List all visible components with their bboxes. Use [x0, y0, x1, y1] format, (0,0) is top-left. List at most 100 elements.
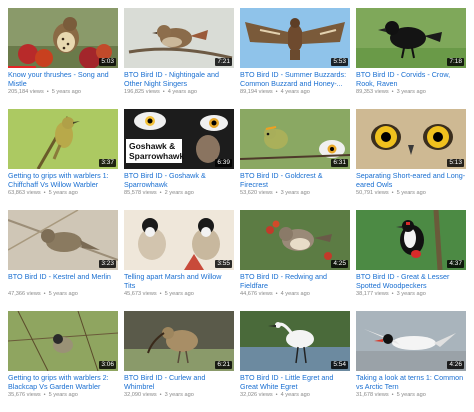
video-title-link[interactable]: BTO Bird ID - Corvids - Crow, Rook, Rave… — [356, 71, 466, 88]
video-duration: 3:23 — [99, 260, 116, 268]
upload-age: 3 years ago — [396, 89, 426, 95]
video-meta: 35,676 views • 5 years ago — [8, 392, 118, 399]
view-count: 32,090 views — [124, 392, 157, 398]
video-thumbnail[interactable]: 3:55 — [124, 210, 234, 270]
video-thumbnail[interactable]: 3:06 — [8, 311, 118, 371]
video-title-link[interactable]: BTO Bird ID - Redwing and Fieldfare — [240, 273, 350, 290]
video-title-link[interactable]: BTO Bird ID - Curlew and Whimbrel — [124, 374, 234, 391]
video-card[interactable]: 5:54 BTO Bird ID - Little Egret and Great… — [240, 311, 350, 412]
view-count: 50,791 views — [356, 190, 389, 196]
upload-age: 5 years ago — [396, 190, 426, 196]
view-count: 32,026 views — [240, 392, 273, 398]
view-count: 44,676 views — [240, 291, 273, 297]
video-title-link[interactable]: BTO Bird ID - Summer Buzzards: Common Bu… — [240, 71, 350, 88]
video-card[interactable]: 7:18 BTO Bird ID - Corvids - Crow, Rook, … — [356, 8, 466, 109]
video-card[interactable]: 7:21 BTO Bird ID - Nightingale and Other … — [124, 8, 234, 109]
video-title-link[interactable]: BTO Bird ID - Kestrel and Merlin — [8, 273, 118, 290]
video-duration: 3:37 — [99, 159, 116, 167]
video-title-link[interactable]: Taking a look at terns 1: Common vs Arct… — [356, 374, 466, 391]
video-card[interactable]: 6:21 BTO Bird ID - Curlew and Whimbrel 32,… — [124, 311, 234, 412]
video-title-link[interactable]: Telling apart Marsh and Willow Tits — [124, 273, 234, 290]
upload-age: 3 years ago — [280, 190, 310, 196]
video-duration: 4:37 — [447, 260, 464, 268]
meta-separator: • — [391, 89, 394, 95]
view-count: 47,366 views — [8, 291, 41, 297]
meta-separator: • — [391, 190, 394, 196]
video-title-link[interactable]: Separating Short-eared and Long-eared Ow… — [356, 172, 466, 189]
video-meta: 89,353 views • 3 years ago — [356, 89, 466, 96]
video-title-link[interactable]: Know your thrushes - Song and Mistle — [8, 71, 118, 88]
video-title-link[interactable]: BTO Bird ID - Nightingale and Other Nigh… — [124, 71, 234, 88]
video-card[interactable]: Goshawk & Sparrowhawk 6:39 BTO Bird ID - Go… — [124, 109, 234, 210]
video-meta: 44,676 views • 4 years ago — [240, 291, 350, 298]
video-thumbnail[interactable]: 3:23 — [8, 210, 118, 270]
view-count: 31,678 views — [356, 392, 389, 398]
video-card[interactable]: 3:55 Telling apart Marsh and Willow Tits 4… — [124, 210, 234, 311]
video-card[interactable]: 5:13 Separating Short-eared and Long-eare… — [356, 109, 466, 210]
upload-age: 2 years ago — [164, 190, 194, 196]
video-thumbnail[interactable]: 5:54 — [240, 311, 350, 371]
upload-age: 5 years ago — [51, 89, 81, 95]
video-thumbnail[interactable]: 7:21 — [124, 8, 234, 68]
video-thumbnail[interactable]: 3:37 — [8, 109, 118, 169]
video-meta: 89,194 views • 4 years ago — [240, 89, 350, 96]
meta-separator: • — [162, 89, 165, 95]
video-thumbnail[interactable]: 5:03 — [8, 8, 118, 68]
video-card[interactable]: 4:26 Taking a look at terns 1: Common vs … — [356, 311, 466, 412]
video-title-link[interactable]: Getting to grips with warblers 2: Blackc… — [8, 374, 118, 391]
video-title-link[interactable]: BTO Bird ID - Little Egret and Great Whi… — [240, 374, 350, 391]
video-card[interactable]: 3:23 BTO Bird ID - Kestrel and Merlin 47,3… — [8, 210, 118, 311]
view-count: 205,184 views — [8, 89, 44, 95]
video-card[interactable]: 3:06 Getting to grips with warblers 2: Bl… — [8, 311, 118, 412]
meta-separator: • — [159, 291, 162, 297]
video-meta: 32,090 views • 3 years ago — [124, 392, 234, 399]
video-thumbnail[interactable]: 4:37 — [356, 210, 466, 270]
view-count: 53,620 views — [240, 190, 273, 196]
meta-separator: • — [275, 392, 278, 398]
video-thumbnail[interactable]: 5:53 — [240, 8, 350, 68]
svg-text:Sparrowhawk: Sparrowhawk — [129, 151, 185, 161]
view-count: 89,194 views — [240, 89, 273, 95]
video-title-link[interactable]: BTO Bird ID - Great & Lesser Spotted Woo… — [356, 273, 466, 290]
video-meta: 85,578 views • 2 years ago — [124, 190, 234, 197]
upload-age: 5 years ago — [164, 291, 194, 297]
video-title-link[interactable]: BTO Bird ID - Goshawk & Sparrowhawk — [124, 172, 234, 189]
upload-age: 4 years ago — [280, 89, 310, 95]
video-duration: 3:06 — [99, 361, 116, 369]
svg-text:Goshawk &: Goshawk & — [129, 141, 175, 151]
video-meta: 50,791 views • 5 years ago — [356, 190, 466, 197]
video-card[interactable]: 5:53 BTO Bird ID - Summer Buzzards: Commo… — [240, 8, 350, 109]
video-duration: 7:21 — [215, 58, 232, 66]
video-title-link[interactable]: Getting to grips with warblers 1: Chiffc… — [8, 172, 118, 189]
video-thumbnail[interactable]: Goshawk & Sparrowhawk 6:39 — [124, 109, 234, 169]
video-title-link[interactable]: BTO Bird ID - Goldcrest & Firecrest — [240, 172, 350, 189]
video-duration: 4:25 — [331, 260, 348, 268]
view-count: 45,673 views — [124, 291, 157, 297]
video-thumbnail[interactable]: 5:13 — [356, 109, 466, 169]
upload-age: 5 years ago — [396, 392, 426, 398]
meta-separator: • — [391, 291, 394, 297]
video-card[interactable]: 3:37 Getting to grips with warblers 1: Ch… — [8, 109, 118, 210]
view-count: 85,578 views — [124, 190, 157, 196]
video-card[interactable]: 6:31 BTO Bird ID - Goldcrest & Firecrest 5… — [240, 109, 350, 210]
video-thumbnail[interactable]: 4:26 — [356, 311, 466, 371]
video-card[interactable]: 5:03 Know your thrushes - Song and Mistle… — [8, 8, 118, 109]
video-thumbnail[interactable]: 7:18 — [356, 8, 466, 68]
video-duration: 4:26 — [447, 361, 464, 369]
meta-separator: • — [275, 291, 278, 297]
upload-age: 5 years ago — [48, 190, 78, 196]
meta-separator: • — [159, 392, 162, 398]
video-duration: 5:53 — [331, 58, 348, 66]
video-duration: 3:55 — [215, 260, 232, 268]
video-card[interactable]: 4:37 BTO Bird ID - Great & Lesser Spotted… — [356, 210, 466, 311]
video-thumbnail[interactable]: 6:21 — [124, 311, 234, 371]
video-thumbnail[interactable]: 6:31 — [240, 109, 350, 169]
video-grid: 5:03 Know your thrushes - Song and Mistle… — [8, 8, 466, 412]
video-duration: 5:13 — [447, 159, 464, 167]
video-card[interactable]: 4:25 BTO Bird ID - Redwing and Fieldfare 4… — [240, 210, 350, 311]
view-count: 196,825 views — [124, 89, 160, 95]
video-thumbnail[interactable]: 4:25 — [240, 210, 350, 270]
watch-progress-bar — [8, 66, 36, 68]
upload-age: 4 years ago — [167, 89, 197, 95]
video-duration: 6:31 — [331, 159, 348, 167]
